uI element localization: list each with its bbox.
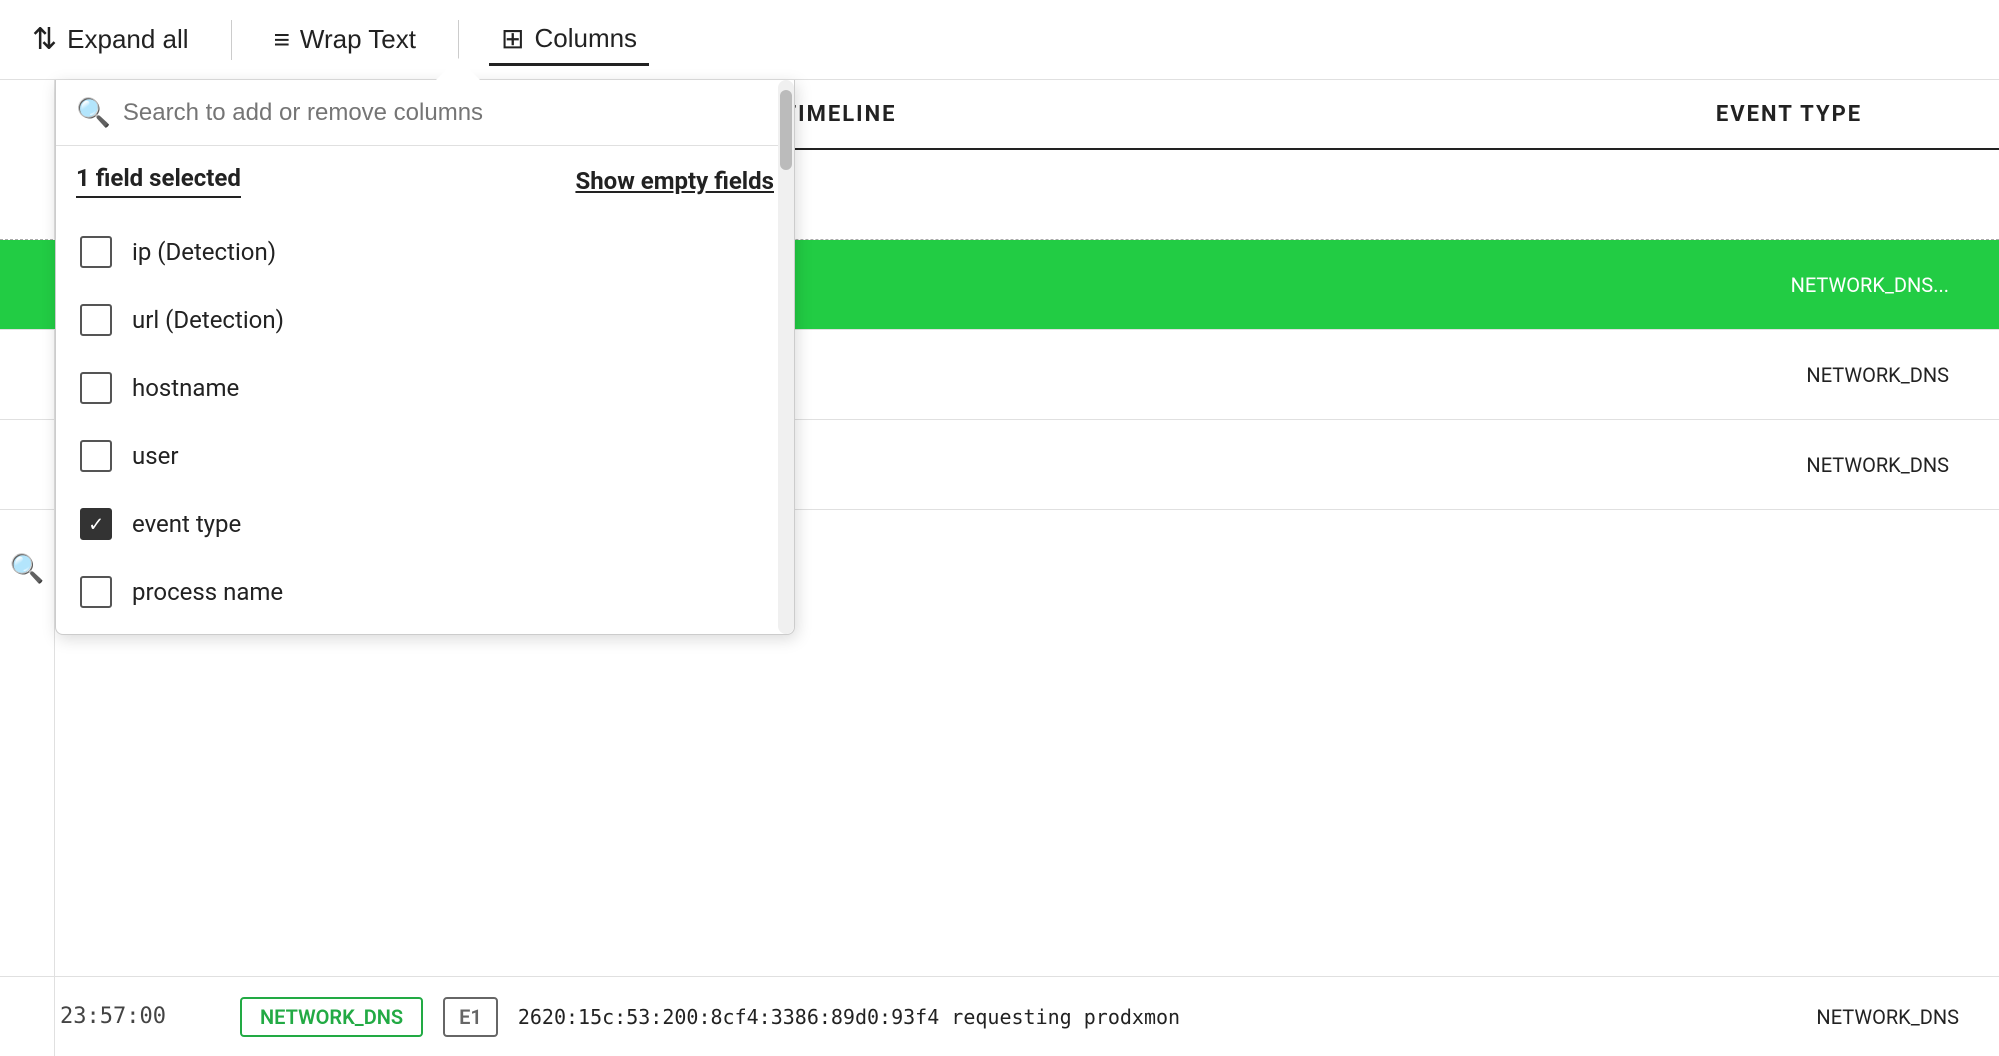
wrap-text-label: Wrap Text xyxy=(300,24,416,55)
checkmark-icon: ✓ xyxy=(89,512,102,537)
wrap-text-button[interactable]: ≡ Wrap Text xyxy=(262,16,428,64)
row-eventtype: NETWORK_DNS xyxy=(1619,453,1959,477)
search-row: 🔍 xyxy=(56,80,794,146)
dropdown-notch xyxy=(436,58,480,80)
show-empty-fields-button[interactable]: Show empty fields xyxy=(575,167,774,195)
field-label-url: url (Detection) xyxy=(132,306,284,334)
field-label-event-type: event type xyxy=(132,510,241,538)
bottom-eventtype: NETWORK_DNS xyxy=(1619,1005,1959,1029)
field-item-url[interactable]: url (Detection) xyxy=(56,286,794,354)
checkbox-user[interactable] xyxy=(80,440,112,472)
expand-all-button[interactable]: ⇅ Expand all xyxy=(20,14,201,65)
row-eventtype: NETWORK_DNS... xyxy=(1619,273,1959,297)
field-item-event-type[interactable]: ✓ event type xyxy=(56,490,794,558)
toolbar: ⇅ Expand all ≡ Wrap Text ⊞ Columns xyxy=(0,0,1999,80)
field-item-process-name[interactable]: process name xyxy=(56,558,794,626)
dropdown-search-icon: 🔍 xyxy=(76,96,111,129)
filter-row: 1 field selected Show empty fields xyxy=(56,146,794,210)
scrollbar-track[interactable] xyxy=(778,80,794,634)
field-item-hostname[interactable]: hostname xyxy=(56,354,794,422)
field-label-user: user xyxy=(132,442,178,470)
search-icon: 🔍 xyxy=(10,552,45,585)
field-item-ip[interactable]: ip (Detection) xyxy=(56,218,794,286)
columns-icon: ⊞ xyxy=(501,22,524,55)
bottom-text: 2620:15c:53:200:8cf4:3386:89d0:93f4 requ… xyxy=(518,1005,1599,1029)
bottom-bar: 23:57:00 NETWORK_DNS E1 2620:15c:53:200:… xyxy=(0,976,1999,1056)
row-eventtype: NETWORK_DNS xyxy=(1619,363,1959,387)
field-label-hostname: hostname xyxy=(132,374,239,402)
column-search-input[interactable] xyxy=(123,99,774,127)
checkbox-hostname[interactable] xyxy=(80,372,112,404)
scrollbar-thumb[interactable] xyxy=(780,90,792,170)
checkbox-process-name[interactable] xyxy=(80,576,112,608)
columns-label: Columns xyxy=(534,23,637,54)
toolbar-divider-1 xyxy=(231,20,232,60)
wrap-text-icon: ≡ xyxy=(274,24,290,56)
checkbox-ip[interactable] xyxy=(80,236,112,268)
fields-selected-label: 1 field selected xyxy=(76,164,241,198)
checkbox-event-type[interactable]: ✓ xyxy=(80,508,112,540)
field-list: ip (Detection) url (Detection) hostname … xyxy=(56,210,794,634)
columns-button[interactable]: ⊞ Columns xyxy=(489,14,649,66)
network-dns-tag: NETWORK_DNS xyxy=(240,997,423,1037)
expand-all-icon: ⇅ xyxy=(32,22,57,57)
checkbox-url[interactable] xyxy=(80,304,112,336)
bottom-time: 23:57:00 xyxy=(60,1004,220,1029)
expand-all-label: Expand all xyxy=(67,24,188,55)
col-eventtype-header: EVENT TYPE xyxy=(1619,102,1959,127)
e1-tag: E1 xyxy=(443,997,498,1037)
field-item-user[interactable]: user xyxy=(56,422,794,490)
main-area: 🔍 TIMELINE EVENT TYPE xx21920re65--ar-er… xyxy=(0,80,1999,1056)
toolbar-divider-2 xyxy=(458,20,459,60)
field-label-ip: ip (Detection) xyxy=(132,238,276,266)
columns-dropdown: 🔍 1 field selected Show empty fields ip … xyxy=(55,80,795,635)
field-label-process-name: process name xyxy=(132,578,283,606)
